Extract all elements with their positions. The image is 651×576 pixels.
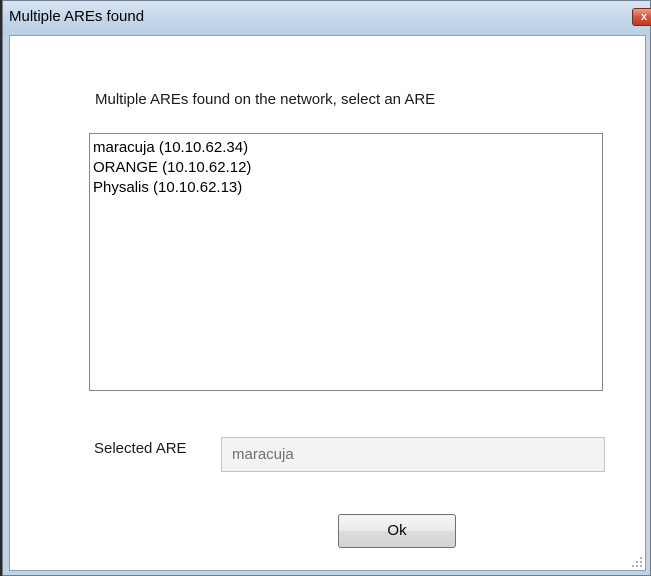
are-selection-dialog: Multiple AREs found x Multiple AREs foun… — [2, 0, 651, 576]
close-button[interactable]: x — [632, 8, 651, 26]
dialog-body: Multiple AREs found on the network, sele… — [9, 35, 646, 571]
ok-button[interactable]: Ok — [338, 514, 456, 548]
list-item[interactable]: ORANGE (10.10.62.12) — [93, 158, 602, 178]
selected-are-field[interactable] — [221, 437, 605, 472]
resize-grip-icon[interactable] — [631, 556, 643, 568]
list-item[interactable]: maracuja (10.10.62.34) — [93, 138, 602, 158]
are-listbox[interactable]: maracuja (10.10.62.34) ORANGE (10.10.62.… — [89, 133, 603, 391]
close-icon: x — [640, 11, 648, 23]
dialog-prompt: Multiple AREs found on the network, sele… — [95, 91, 436, 108]
list-item[interactable]: Physalis (10.10.62.13) — [93, 178, 602, 198]
title-bar[interactable]: Multiple AREs found x — [3, 1, 651, 35]
selected-are-label: Selected ARE — [94, 440, 187, 457]
window-title: Multiple AREs found — [9, 8, 145, 25]
